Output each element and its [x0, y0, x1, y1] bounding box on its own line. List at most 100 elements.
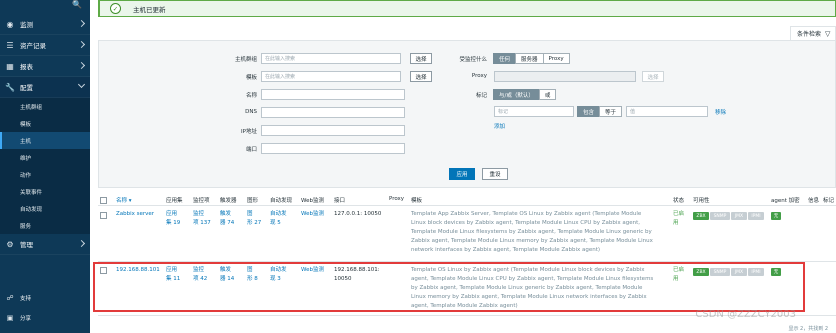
tag-name-input[interactable]: 标记 — [494, 106, 574, 117]
sidebar-subitem-correlation[interactable]: 关联事件 — [0, 183, 90, 200]
sidebar-item-share[interactable]: ▣ 分享 — [0, 308, 90, 328]
template-label: 模板 — [245, 75, 257, 81]
sidebar: 🔍 ◉ 监测 ☰ 资产记录 ▦ 报表 🔧 配置 主机群组 模板 主机 维护 动作 — [0, 0, 90, 333]
row-checkbox[interactable] — [100, 212, 107, 219]
graphs-line-1: 图 — [247, 211, 253, 217]
discovery-link[interactable]: 自动发现 5 — [270, 210, 287, 228]
tag-remove-link[interactable]: 移除 — [715, 108, 726, 116]
filter-tab-label: 条件检索 — [797, 31, 822, 38]
tags-mode-or[interactable]: 或 — [538, 89, 557, 100]
select-all-checkbox[interactable] — [100, 197, 107, 204]
highlight-box — [93, 262, 805, 312]
tag-value-input[interactable]: 值 — [626, 106, 708, 117]
eye-icon: ◉ — [6, 19, 14, 29]
monitored-by-server[interactable]: 服务器 — [515, 53, 544, 64]
sidebar-item-inventory[interactable]: ☰ 资产记录 — [0, 35, 90, 56]
template-line: Linux block devices by Zabbix agent, Tem… — [411, 220, 640, 226]
col-triggers: 触发器 — [220, 198, 237, 204]
check-icon: ✓ — [110, 3, 121, 14]
proxy-input[interactable] — [494, 71, 636, 82]
hostgroup-label: 主机群组 — [234, 57, 257, 63]
tag-op-contains[interactable]: 包含 — [577, 106, 601, 117]
tag-operator-segmented: 包含 等于 — [577, 106, 623, 117]
sidebar-item-label: 支持 — [20, 296, 32, 302]
reset-button[interactable]: 重设 — [482, 168, 508, 180]
tags-mode-andor[interactable]: 与/或（默认） — [493, 89, 540, 100]
tag-add-link[interactable]: 添加 — [494, 122, 505, 130]
col-applications: 应用集 — [166, 198, 183, 204]
jmx-availability-badge: JMX — [731, 212, 747, 220]
success-message-text: 主机已更新 — [133, 5, 166, 14]
col-proxy: Proxy — [389, 196, 405, 202]
dns-input[interactable] — [261, 107, 405, 118]
sidebar-search[interactable]: 🔍 — [0, 0, 90, 12]
ipmi-availability-badge: IPMI — [748, 212, 764, 220]
sidebar-item-label: 报表 — [20, 63, 33, 71]
web-link[interactable]: Web监测 — [301, 210, 324, 219]
sidebar-subitem-templates[interactable]: 模板 — [0, 115, 90, 132]
name-label: 名称 — [245, 93, 257, 99]
graphs-line-2: 形 27 — [247, 220, 262, 226]
col-name[interactable]: 名称 ▾ — [116, 196, 132, 204]
proxy-label: Proxy — [471, 73, 487, 79]
filter-tab[interactable]: 条件检索 ▽ — [790, 26, 836, 40]
graphs-link[interactable]: 图形 27 — [247, 210, 261, 228]
applications-line-2: 集 19 — [166, 220, 181, 226]
col-status: 状态 — [673, 198, 685, 204]
template-line: Template Module Linux filesystems by Zab… — [411, 229, 652, 235]
ip-input[interactable] — [261, 125, 405, 136]
config-submenu: 主机群组 模板 主机 维护 动作 关联事件 自动发现 服务 — [0, 98, 90, 234]
sidebar-item-configuration[interactable]: 🔧 配置 — [0, 77, 90, 98]
discovery-line-2: 现 5 — [270, 220, 281, 226]
table-row: Zabbix server 应用集 19 监控项 137 触发器 74 图形 2… — [98, 207, 836, 262]
port-input[interactable] — [261, 143, 405, 154]
tag-op-equals[interactable]: 等于 — [599, 106, 623, 117]
chevron-right-icon — [77, 40, 86, 49]
watermark: CSDN @ZZZCY2003 — [695, 309, 796, 320]
sidebar-item-reports[interactable]: ▦ 报表 — [0, 56, 90, 77]
template-line: Zabbix agent, Template Module Linux memo… — [411, 238, 653, 244]
template-input[interactable]: 在此输入搜索 — [261, 71, 401, 82]
sidebar-subitem-hosts[interactable]: 主机 — [0, 132, 90, 149]
apply-button[interactable]: 应用 — [449, 168, 475, 180]
gear-icon: ⚙ — [6, 239, 14, 249]
applications-link[interactable]: 应用集 19 — [166, 210, 180, 228]
proxy-select-button[interactable]: 选择 — [642, 71, 664, 82]
search-icon[interactable]: 🔍 — [72, 0, 82, 9]
triggers-line-1: 触发 — [220, 211, 232, 217]
status-line-2: 用 — [673, 220, 679, 226]
sidebar-subitem-maintenance[interactable]: 维护 — [0, 149, 90, 166]
sidebar-subitem-discovery[interactable]: 自动发现 — [0, 200, 90, 217]
sidebar-item-label: 监测 — [20, 21, 33, 29]
sidebar-item-administration[interactable]: ⚙ 管理 — [0, 234, 90, 255]
templates-list: Template App Zabbix Server, Template OS … — [411, 210, 669, 255]
sidebar-item-label: 资产记录 — [20, 42, 46, 50]
sidebar-item-support[interactable]: ☍ 支持 — [0, 288, 90, 308]
chevron-right-icon — [77, 19, 86, 28]
sidebar-subitem-hostgroups[interactable]: 主机群组 — [0, 98, 90, 115]
triggers-line-2: 器 74 — [220, 220, 235, 226]
monitored-by-any[interactable]: 任何 — [493, 53, 517, 64]
success-message: ✓ 主机已更新 — [98, 0, 836, 17]
sidebar-item-monitoring[interactable]: ◉ 监测 — [0, 14, 90, 35]
wrench-icon: 🔧 — [5, 82, 15, 92]
sidebar-item-label: 管理 — [20, 241, 33, 249]
host-name-link[interactable]: Zabbix server — [116, 210, 154, 219]
status-enabled-link[interactable]: 已启用 — [673, 210, 684, 228]
discovery-line-1: 自动发 — [270, 211, 287, 217]
sidebar-subitem-services[interactable]: 服务 — [0, 217, 90, 234]
chevron-right-icon — [77, 239, 86, 248]
items-link[interactable]: 监控项 137 — [193, 210, 211, 228]
triggers-link[interactable]: 触发器 74 — [220, 210, 234, 228]
sidebar-subitem-actions[interactable]: 动作 — [0, 166, 90, 183]
name-input[interactable] — [261, 89, 405, 100]
hostgroup-input[interactable]: 在此输入搜索 — [261, 53, 401, 64]
col-tags: 标记 — [823, 198, 835, 204]
monitored-by-proxy[interactable]: Proxy — [542, 53, 570, 64]
sidebar-item-label: 分享 — [20, 316, 32, 322]
encryption-badge: 无 — [771, 212, 781, 220]
status-line-1: 已启 — [673, 211, 685, 217]
col-info: 信息 — [808, 198, 820, 204]
table-header: 名称 ▾ 应用集 监控项 触发器 图形 自动发现 Web监测 接口 Proxy … — [98, 194, 836, 206]
items-line-2: 项 137 — [193, 220, 211, 226]
